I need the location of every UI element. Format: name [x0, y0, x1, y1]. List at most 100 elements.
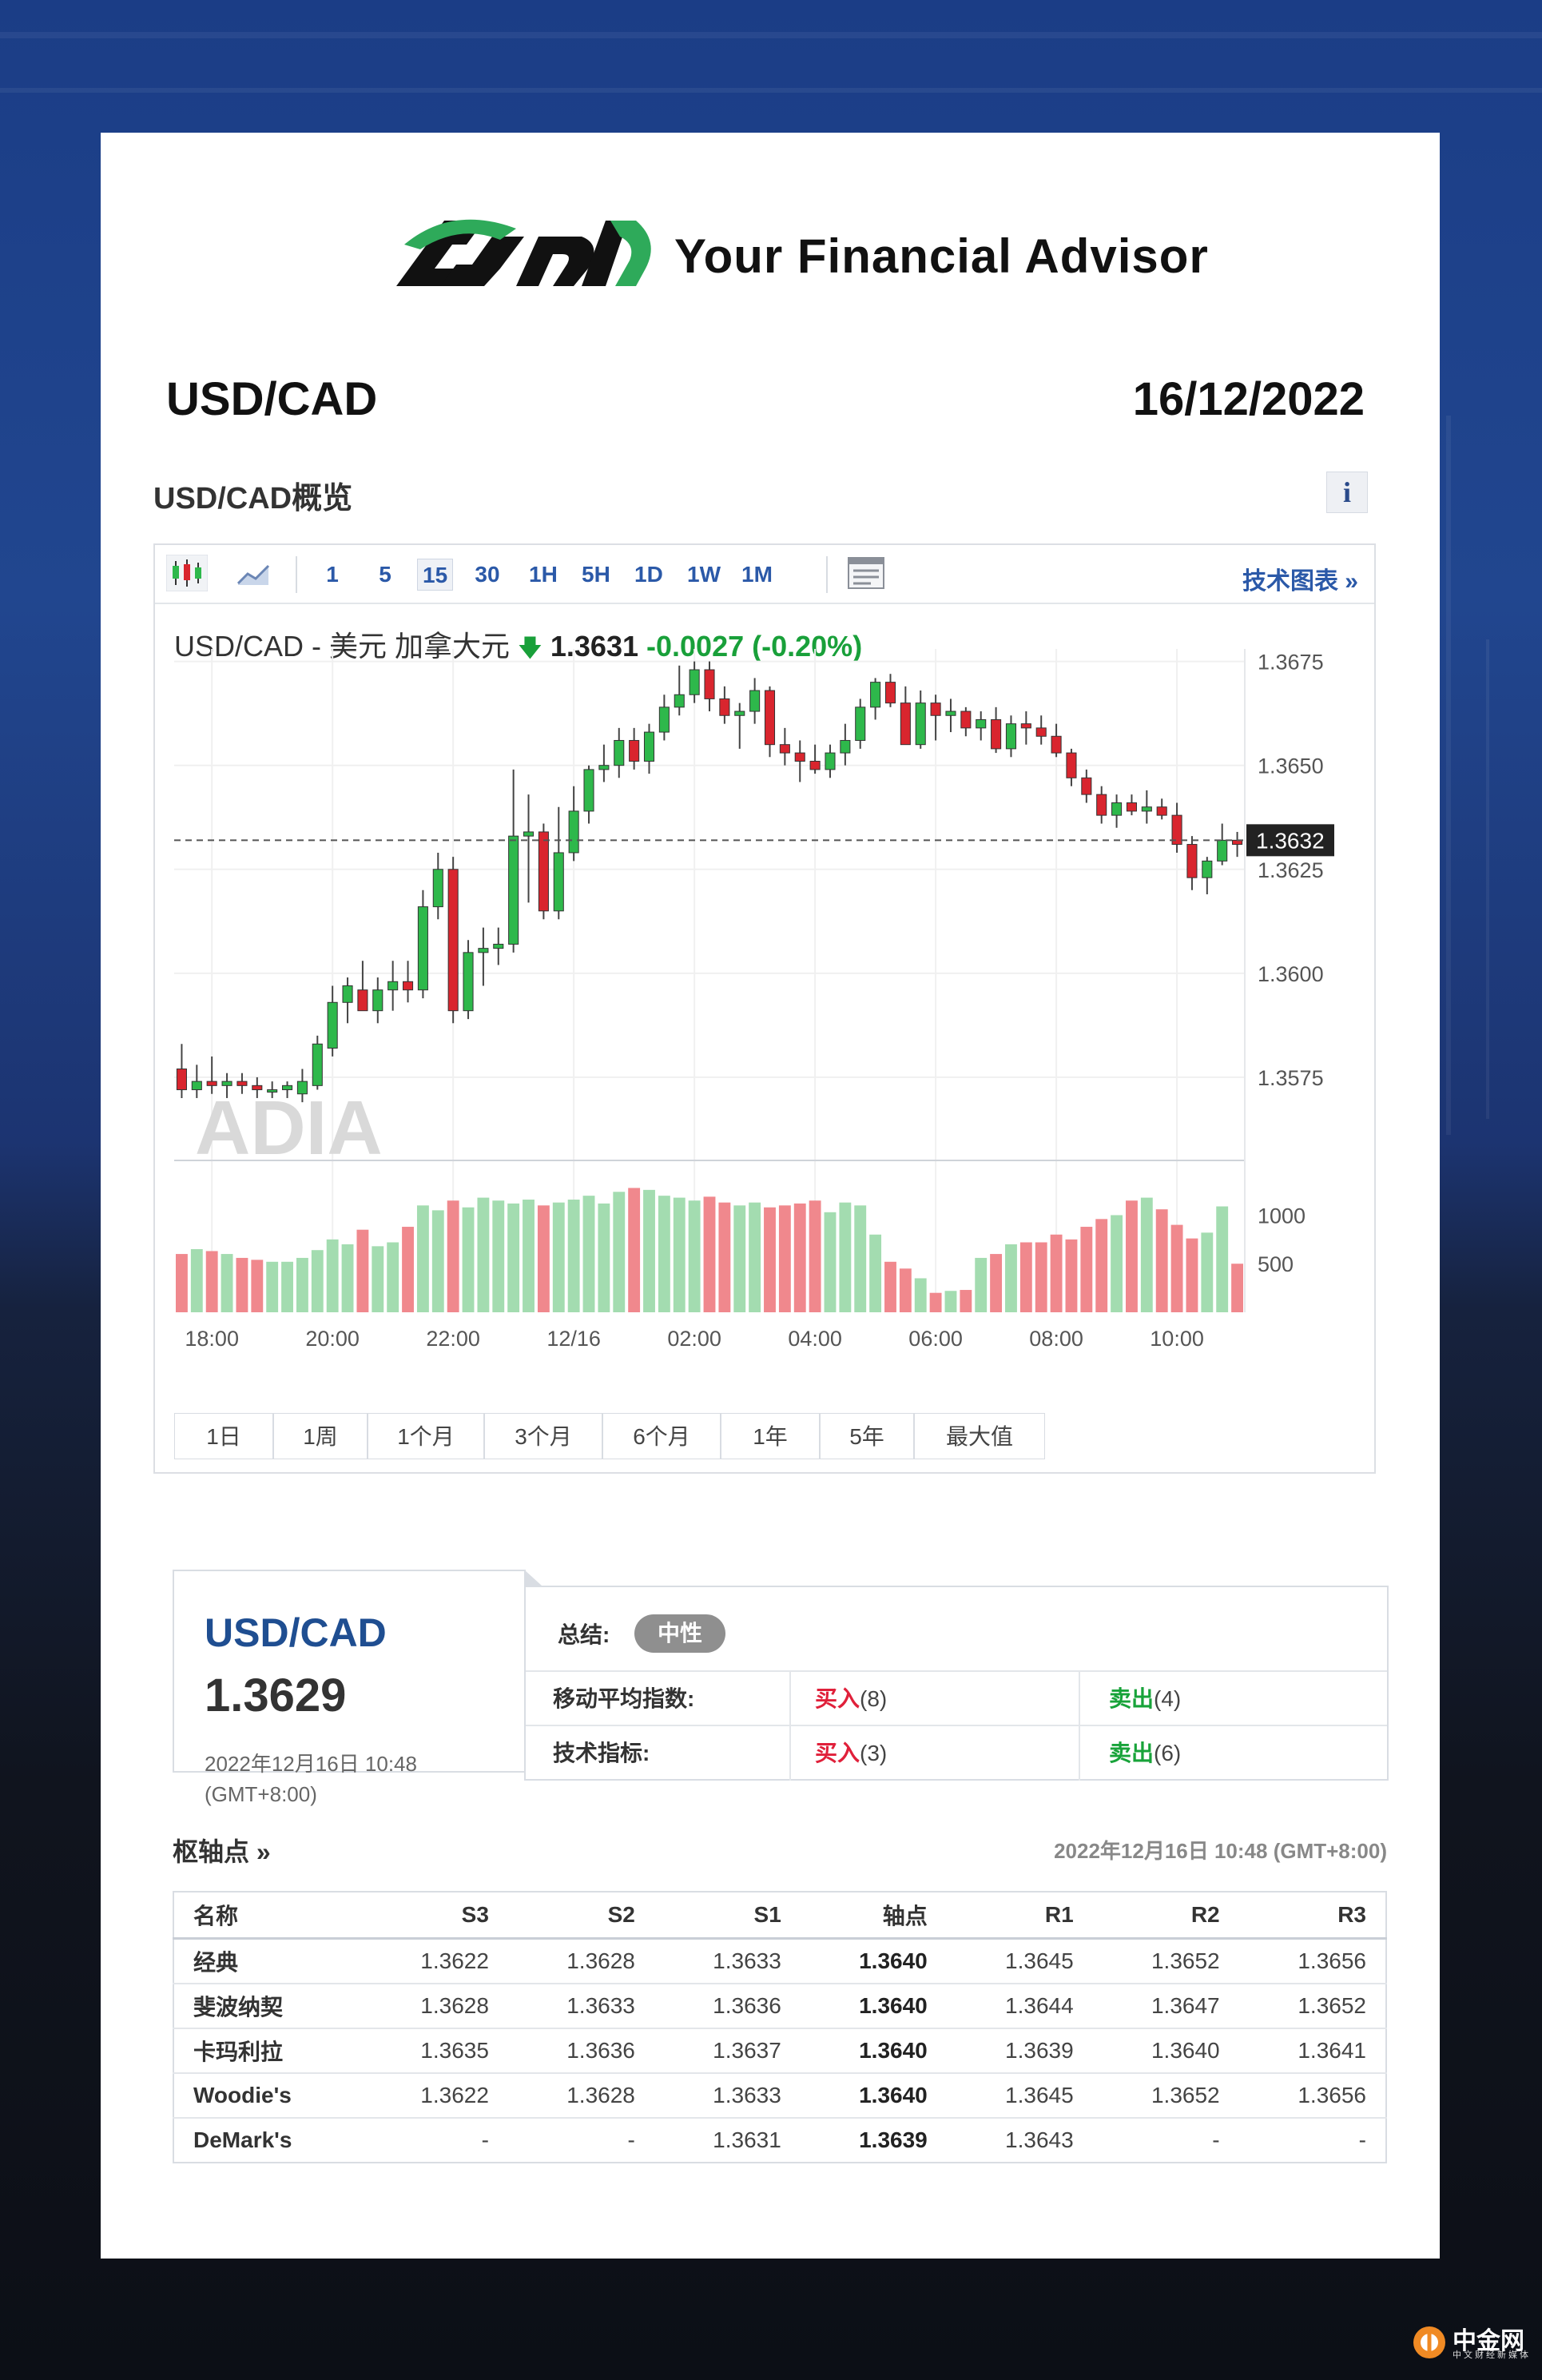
volume-bar	[929, 1292, 942, 1312]
layout-icon[interactable]	[847, 555, 885, 591]
range-1w[interactable]: 1周	[273, 1413, 368, 1459]
volume-bar	[311, 1250, 324, 1312]
timeframe-30[interactable]: 30	[470, 559, 505, 591]
candle-body	[463, 952, 474, 1012]
summary-label: 总结:	[558, 1622, 610, 1647]
candle-body	[568, 810, 579, 854]
divider	[789, 1726, 791, 1781]
range-3m[interactable]: 3个月	[484, 1413, 602, 1459]
table-cell: 1.3640	[800, 2072, 947, 2118]
candle-body	[1081, 777, 1092, 795]
volume-bar	[1140, 1197, 1153, 1312]
volume-bar	[477, 1197, 490, 1312]
candle-body	[629, 739, 640, 762]
volume-bar	[824, 1212, 837, 1312]
volume-bar	[1035, 1242, 1047, 1312]
range-5y[interactable]: 5年	[820, 1413, 914, 1459]
volume-bar	[733, 1205, 746, 1312]
adia-logo: Your Financial Advisor	[396, 213, 1208, 300]
overview-title: USD/CAD概览	[153, 482, 353, 515]
candle-body	[296, 1081, 308, 1095]
table-cell: 1.3647	[1092, 1983, 1239, 2028]
divider	[789, 1672, 791, 1726]
candle-body	[643, 731, 655, 762]
summary-pair[interactable]: USD/CAD	[205, 1610, 387, 1656]
ma-row: 移动平均指数: 买入(8) 卖出(4)	[526, 1670, 1387, 1726]
candle-body	[1217, 839, 1228, 862]
volume-bar	[402, 1227, 414, 1312]
range-1d[interactable]: 1日	[174, 1413, 273, 1459]
candle-body	[1035, 727, 1047, 737]
volume-bar	[190, 1249, 203, 1312]
volume-bar	[462, 1207, 475, 1312]
candle-body	[900, 702, 911, 746]
timeframe-1[interactable]: 1	[315, 559, 350, 591]
candle-body	[312, 1043, 323, 1086]
candle-body	[991, 718, 1002, 750]
volume-bar	[1201, 1232, 1214, 1312]
table-cell: 1.3636	[507, 2028, 654, 2073]
candle-body	[206, 1081, 217, 1086]
volume-bar	[1126, 1200, 1138, 1312]
info-button[interactable]: i	[1326, 472, 1368, 513]
candle-body	[402, 981, 414, 991]
table-cell: 1.3633	[507, 1983, 654, 2028]
technical-chart-link[interactable]: 技术图表 »	[1242, 561, 1358, 596]
timeframe-15[interactable]: 15	[417, 559, 454, 591]
candle-body	[1005, 723, 1017, 750]
candle-body	[614, 739, 625, 766]
candle-body	[267, 1089, 278, 1093]
volume-bar	[341, 1244, 354, 1312]
volume-bar	[793, 1203, 806, 1312]
chart-toolbar: 1 5 15 30 1H 5H 1D 1W 1M 技术图表 »	[155, 545, 1374, 604]
table-row: DeMark's - -1.3631 1.3639 1.3643- -	[173, 2117, 1386, 2163]
candle-body	[598, 765, 610, 770]
volume-bar	[1186, 1238, 1198, 1312]
volume-bar	[236, 1257, 248, 1312]
candle-body	[960, 710, 972, 729]
volume-bar	[387, 1242, 399, 1312]
timeframe-5h[interactable]: 5H	[577, 559, 615, 591]
timeframe-5[interactable]: 5	[368, 559, 403, 591]
toolbar-separator	[826, 556, 828, 593]
volume-bar	[839, 1202, 852, 1312]
y-tick-label: 1.3600	[1258, 962, 1324, 986]
candle-body	[252, 1085, 263, 1091]
timeframe-1w[interactable]: 1W	[682, 559, 725, 591]
volume-bar	[598, 1203, 610, 1312]
pivot-body: 经典 1.3622 1.3628 1.3633 1.3640 1.3645 1.3652 1.…	[173, 1937, 1386, 2163]
range-1y[interactable]: 1年	[721, 1413, 820, 1459]
pivot-points-title[interactable]: 枢轴点 »	[173, 1832, 271, 1869]
x-tick-label: 10:00	[1150, 1327, 1204, 1351]
table-cell: 1.3645	[946, 1937, 1093, 1984]
timeframe-1d[interactable]: 1D	[630, 559, 668, 591]
candlestick-icon[interactable]	[166, 555, 208, 591]
volume-bar	[431, 1210, 444, 1312]
timeframe-1m[interactable]: 1M	[737, 559, 777, 591]
table-cell: 卡玛利拉	[173, 2028, 362, 2073]
candle-body	[221, 1081, 232, 1086]
candle-body	[1141, 806, 1152, 812]
range-6m[interactable]: 6个月	[602, 1413, 721, 1459]
timeframe-1h[interactable]: 1H	[524, 559, 562, 591]
x-tick-label: 22:00	[426, 1327, 480, 1351]
candle-body	[1111, 802, 1123, 816]
volume-bar	[1095, 1219, 1108, 1312]
volume-bar	[447, 1200, 459, 1312]
volume-bar	[281, 1261, 293, 1312]
candle-body	[658, 706, 670, 733]
background-streak	[0, 88, 1542, 93]
volume-bar	[718, 1202, 731, 1312]
table-cell: 1.3622	[361, 2072, 508, 2118]
candle-body	[674, 694, 685, 708]
table-row: 经典 1.3622 1.3628 1.3633 1.3640 1.3645 1.3652 1.…	[173, 1937, 1386, 1984]
candle-body	[884, 682, 896, 704]
range-1m[interactable]: 1个月	[368, 1413, 484, 1459]
ma-buy: 买入(8)	[815, 1686, 888, 1711]
pivot-col-6: R2	[1092, 1892, 1239, 1940]
area-chart-icon[interactable]	[233, 555, 275, 591]
x-tick-label: 20:00	[305, 1327, 360, 1351]
range-max[interactable]: 最大值	[914, 1413, 1045, 1459]
candle-body	[553, 852, 564, 912]
candlestick-chart: ADIA 1.3632 1.3675 1.3650 1.3625 1.3600 1.3575…	[174, 649, 1334, 1351]
